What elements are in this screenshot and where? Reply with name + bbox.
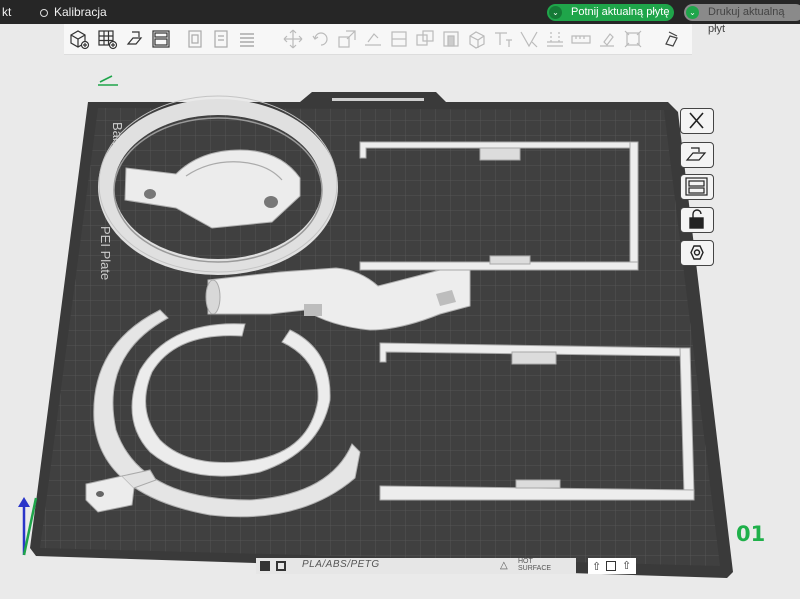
plate-label-strip: PLA/ABS/PETG △ HOT SURFACE: [256, 558, 576, 574]
project-tab[interactable]: kt: [2, 0, 11, 24]
split-parts-icon[interactable]: [440, 28, 462, 50]
grid-icon[interactable]: [96, 28, 118, 50]
trash-icon[interactable]: ⇧: [622, 559, 631, 572]
warning-icon: △: [500, 560, 508, 571]
svg-text:PEI Plate: PEI Plate: [98, 226, 113, 280]
plate-settings-icon: [681, 175, 713, 198]
split-objects-icon[interactable]: [414, 28, 436, 50]
copy-icon[interactable]: [184, 28, 206, 50]
home-icon[interactable]: ⇧: [592, 560, 601, 573]
slice-plate-button[interactable]: ⌄ Potnij aktualną płytę: [547, 4, 674, 21]
hot-surface-text: HOT SURFACE: [518, 558, 552, 572]
top-bar: kt Kalibracja ⌄ Potnij aktualną płytę ⌄ …: [0, 0, 800, 35]
edit-plate-name-icon[interactable]: [98, 75, 118, 86]
plate-qr-icon: [276, 561, 286, 571]
text-icon[interactable]: [518, 28, 540, 50]
close-icon: [681, 109, 713, 132]
auto-arrange-button[interactable]: [680, 142, 714, 168]
move-icon[interactable]: [282, 28, 304, 50]
scale-icon[interactable]: [336, 28, 358, 50]
add-cube-icon[interactable]: [68, 28, 90, 50]
print-plate-button[interactable]: ⌄ Drukuj aktualną płyt: [684, 4, 800, 35]
paint-icon[interactable]: [596, 28, 618, 50]
square-icon[interactable]: [606, 561, 616, 571]
hex-settings-icon: [681, 241, 713, 264]
calibration-label: Kalibracja: [54, 5, 107, 19]
plate-tools-strip: ⇧ ⇧: [588, 558, 636, 574]
plate-settings-button[interactable]: [680, 174, 714, 200]
plate-type-text: PEI Plate: [98, 226, 113, 280]
plate-number: 01: [736, 522, 766, 546]
lay-flat-icon[interactable]: [362, 28, 384, 50]
slice-dropdown-icon[interactable]: ⌄: [549, 6, 562, 19]
3d-viewport[interactable]: Bam PEI Plate: [0, 54, 800, 599]
calibration-tab[interactable]: Kalibracja: [40, 0, 140, 24]
auto-orient-icon[interactable]: [124, 28, 146, 50]
arrange-icon[interactable]: [150, 28, 172, 50]
paste-icon[interactable]: [210, 28, 232, 50]
plate-logo-icon: [260, 561, 270, 571]
slice-plate-label: Potnij aktualną płytę: [571, 6, 670, 18]
seam-icon[interactable]: [544, 28, 566, 50]
layers-icon[interactable]: [660, 28, 682, 50]
hex-settings-button[interactable]: [680, 240, 714, 266]
auto-arrange-icon: [681, 143, 713, 166]
rotate-icon[interactable]: [310, 28, 332, 50]
main-toolbar: [64, 24, 692, 55]
cut-icon[interactable]: [388, 28, 410, 50]
support-icon[interactable]: [492, 28, 514, 50]
filament-type-text: PLA/ABS/PETG: [302, 559, 380, 570]
close-plate-button[interactable]: [680, 108, 714, 134]
measure-icon[interactable]: [570, 28, 592, 50]
print-plate-label: Drukuj aktualną płyt: [708, 6, 785, 35]
lock-plate-button[interactable]: [680, 207, 714, 233]
boolean-icon[interactable]: [466, 28, 488, 50]
print-dropdown-icon[interactable]: ⌄: [686, 6, 699, 19]
calibration-icon: [40, 8, 48, 17]
build-plate-view: Bam PEI Plate: [18, 75, 733, 578]
lock-icon: [681, 208, 713, 231]
assembly-icon[interactable]: [622, 28, 644, 50]
list-icon[interactable]: [236, 28, 258, 50]
